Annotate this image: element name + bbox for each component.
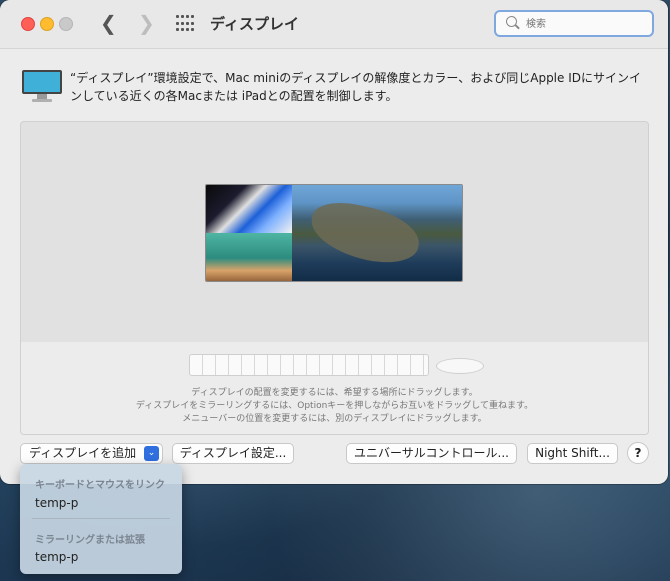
preferences-window: ❮ ❯ ディスプレイ “ディスプレイ”環境設定で、Mac miniのディスプレイ… — [0, 0, 668, 484]
mouse-icon[interactable] — [436, 358, 484, 374]
menu-section-link-keyboard-mouse: キーボードとマウスをリンク — [35, 480, 165, 491]
wallpaper-tile-bottom-left — [206, 233, 292, 281]
wallpaper-main — [292, 185, 462, 281]
window-title: ディスプレイ — [210, 15, 299, 33]
search-field[interactable] — [494, 10, 654, 37]
wallpaper-tile-top-left — [206, 185, 292, 233]
chevron-left-icon[interactable]: ❮ — [100, 12, 117, 34]
night-shift-button[interactable]: Night Shift... — [527, 443, 618, 464]
display-settings-button[interactable]: ディスプレイ設定... — [172, 443, 294, 464]
minimize-button[interactable] — [40, 17, 54, 31]
display-icon — [22, 70, 62, 104]
menu-section-mirror-extend: ミラーリングまたは拡張 — [35, 535, 145, 546]
island-shape — [305, 196, 425, 270]
add-display-label: ディスプレイを追加 — [29, 446, 137, 460]
arrangement-hint-1: ディスプレイの配置を変更するには、希望する場所にドラッグします。 — [191, 388, 478, 398]
universal-control-button[interactable]: ユニバーサルコントロール... — [346, 443, 517, 464]
chevron-down-icon[interactable]: ⌄ — [144, 446, 159, 461]
titlebar: ❮ ❯ ディスプレイ — [0, 0, 668, 49]
display-arrangement-area: ディスプレイの配置を変更するには、希望する場所にドラッグします。 ディスプレイを… — [20, 121, 649, 435]
menu-item-link-temp-p[interactable]: temp-p — [35, 496, 78, 510]
grid-icon[interactable] — [176, 15, 194, 33]
menu-separator — [32, 518, 170, 519]
display-thumbnail[interactable] — [205, 184, 463, 282]
close-button[interactable] — [21, 17, 35, 31]
search-input[interactable] — [526, 16, 646, 32]
menu-item-mirror-temp-p[interactable]: temp-p — [35, 550, 78, 564]
help-button[interactable]: ? — [627, 442, 649, 464]
description-text: “ディスプレイ”環境設定で、Mac miniのディスプレイの解像度とカラー、およ… — [70, 71, 641, 103]
search-icon — [506, 16, 517, 27]
keyboard-icon[interactable] — [189, 354, 429, 376]
arrangement-hint-3: メニューバーの位置を変更するには、別のディスプレイにドラッグします。 — [182, 414, 487, 424]
chevron-right-icon[interactable]: ❯ — [138, 12, 155, 34]
zoom-button[interactable] — [59, 17, 73, 31]
arrangement-hint-2: ディスプレイをミラーリングするには、Optionキーを押しながらお互いをドラッグ… — [135, 401, 534, 411]
add-display-button[interactable]: ディスプレイを追加 ⌄ — [20, 443, 163, 464]
add-display-menu: キーボードとマウスをリンク temp-p ミラーリングまたは拡張 temp-p — [20, 464, 182, 574]
